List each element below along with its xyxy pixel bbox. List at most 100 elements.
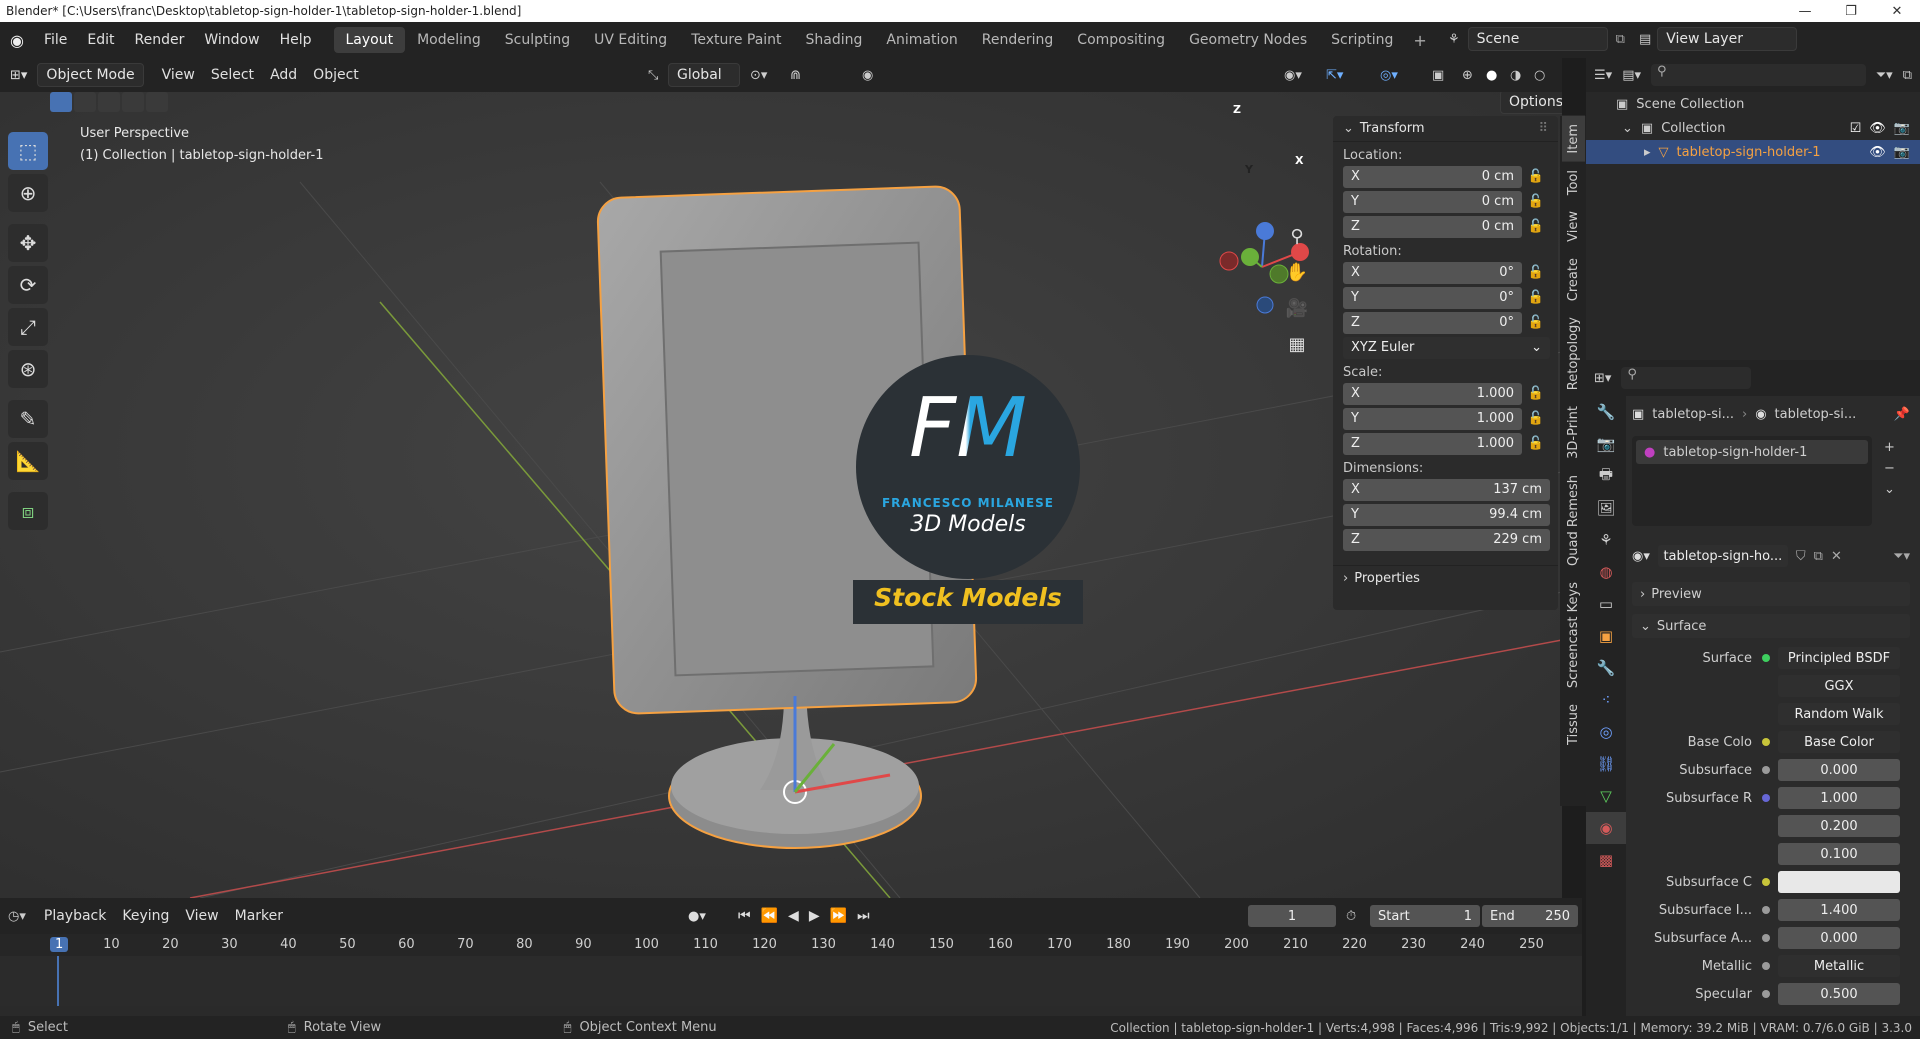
tab-texture-paint[interactable]: Texture Paint (679, 27, 793, 53)
socket-icon[interactable] (1762, 794, 1770, 802)
property-field[interactable]: 0.000 (1778, 759, 1900, 781)
select-invert-icon[interactable] (122, 92, 144, 112)
jump-end-icon[interactable]: ⏭ (857, 908, 870, 924)
frame-ruler[interactable]: 1 10 20 30 40 50 60 70 80 90 100 110 120 130 140 150 160… (0, 934, 1582, 956)
property-field[interactable]: Metallic (1778, 955, 1900, 977)
slot-menu-icon[interactable]: ⌄ (1884, 482, 1895, 497)
current-frame-field[interactable]: 1 (1248, 905, 1336, 927)
unlink-material-icon[interactable]: ✕ (1831, 549, 1842, 564)
scene-icon[interactable]: ⚘ (1448, 32, 1468, 47)
minimize-button[interactable]: — (1782, 0, 1828, 22)
output-icon[interactable]: 🖶 (1586, 460, 1626, 492)
view-layer-icon[interactable]: ▤ (1633, 32, 1657, 47)
expand-icon[interactable]: › (1343, 571, 1348, 586)
property-field[interactable]: 0.100 (1778, 843, 1900, 865)
socket-icon[interactable] (1762, 738, 1770, 746)
property-field[interactable]: 0.500 (1778, 983, 1900, 1005)
lock-icon[interactable]: 🔓 (1522, 411, 1550, 426)
lock-icon[interactable]: 🔓 (1522, 436, 1550, 451)
properties-editor-icon[interactable]: ⊞▾ (1594, 371, 1611, 386)
editor-type-icon[interactable]: ⊞▾ (0, 68, 37, 83)
end-frame-field[interactable]: End 250 (1482, 905, 1578, 927)
property-field[interactable] (1778, 871, 1900, 893)
xray-icon[interactable]: ▣ (1432, 68, 1444, 83)
constraints-icon[interactable]: ⛓ (1586, 748, 1626, 780)
object-icon[interactable]: ▣ (1586, 620, 1626, 652)
dimension-x-field[interactable]: X 137 cm (1343, 478, 1550, 501)
node-filter-icon[interactable]: ⏷▾ (1893, 549, 1910, 564)
material-shading-icon[interactable]: ◑ (1510, 68, 1521, 83)
menu-edit[interactable]: Edit (77, 32, 124, 48)
socket-icon[interactable] (1762, 990, 1770, 998)
tab-view[interactable]: View (1562, 203, 1585, 250)
rotation-mode-dropdown[interactable]: XYZ Euler ⌄ (1343, 336, 1550, 359)
render-icon[interactable]: 📷 (1586, 428, 1626, 460)
property-field[interactable]: 1.000 (1778, 787, 1900, 809)
stopwatch-icon[interactable]: ⏱ (1346, 909, 1356, 924)
rotation-z-field[interactable]: Z 0° (1343, 311, 1522, 334)
location-x-field[interactable]: X0 cm (1343, 165, 1522, 188)
outliner-row-object[interactable]: ▸ ▽ tabletop-sign-holder-1 👁 📷 (1586, 140, 1920, 164)
checkbox-icon[interactable]: ☑ (1850, 121, 1862, 136)
move-icon[interactable]: ✥ (8, 224, 48, 262)
outliner-editor-icon[interactable]: ☰▾ (1594, 68, 1612, 83)
camera-view-icon[interactable]: 🎥 (1282, 298, 1312, 334)
play-icon[interactable]: ▶ (809, 908, 820, 924)
property-field[interactable]: 0.200 (1778, 815, 1900, 837)
camera-icon[interactable]: 📷 (1894, 145, 1910, 160)
maximize-button[interactable]: ❐ (1828, 0, 1874, 22)
view-layer-selector[interactable]: View Layer (1657, 27, 1798, 51)
lock-icon[interactable]: 🔓 (1522, 219, 1550, 234)
menu-add[interactable]: Add (262, 67, 305, 83)
expand-arrow-icon[interactable]: ⌄ (1622, 121, 1633, 136)
scene-icon[interactable]: ⚘ (1586, 524, 1626, 556)
tab-sculpting[interactable]: Sculpting (493, 27, 582, 53)
socket-icon[interactable] (1762, 934, 1770, 942)
rendered-shading-icon[interactable]: ○ (1534, 68, 1545, 83)
texture-icon[interactable]: ▩ (1586, 844, 1626, 876)
rotate-icon[interactable]: ⟳ (8, 266, 48, 304)
transform-panel-title[interactable]: Transform (1360, 121, 1425, 136)
tab-tool[interactable]: Tool (1562, 162, 1585, 203)
menu-marker[interactable]: Marker (227, 908, 291, 924)
tab-rendering[interactable]: Rendering (970, 27, 1066, 53)
scale-x-field[interactable]: X 1.000 (1343, 382, 1522, 405)
cursor-icon[interactable]: ⊕ (8, 174, 48, 212)
lock-icon[interactable]: 🔓 (1522, 169, 1550, 184)
annotate-icon[interactable]: ✎ (8, 400, 48, 438)
solid-shading-icon[interactable]: ● (1486, 68, 1497, 83)
menu-file[interactable]: File (34, 32, 77, 48)
fake-user-icon[interactable]: ⛉ (1796, 549, 1806, 564)
modifier-icon[interactable]: 🔧 (1586, 652, 1626, 684)
material-tab-icon[interactable]: ◉ (1586, 812, 1626, 844)
material-name-field[interactable]: tabletop-sign-ho... (1657, 545, 1788, 567)
menu-timeline-view[interactable]: View (177, 908, 226, 924)
dimension-z-field[interactable]: Z 229 cm (1343, 528, 1550, 551)
search-field[interactable]: ⚲ (1651, 64, 1866, 86)
tab-compositing[interactable]: Compositing (1065, 27, 1177, 53)
menu-playback[interactable]: Playback (36, 908, 114, 924)
snap-icon[interactable]: ⋒ (790, 68, 801, 83)
tab-create[interactable]: Create (1562, 250, 1585, 309)
eye-icon[interactable]: 👁 (1869, 121, 1886, 136)
socket-icon[interactable] (1762, 878, 1770, 886)
next-keyframe-icon[interactable]: ⏩ (830, 908, 847, 924)
visibility-icon[interactable]: ◉▾ (1284, 68, 1302, 83)
physics-icon[interactable]: ◎ (1586, 716, 1626, 748)
playhead[interactable] (57, 956, 59, 1006)
mode-dropdown[interactable]: Object Mode (37, 63, 144, 87)
tab-scripting[interactable]: Scripting (1319, 27, 1405, 53)
socket-icon[interactable] (1762, 906, 1770, 914)
rotation-y-field[interactable]: Y 0° (1343, 286, 1522, 309)
tab-tissue[interactable]: Tissue (1562, 696, 1585, 753)
select-new-icon[interactable] (50, 92, 72, 112)
dimension-y-field[interactable]: Y 99.4 cm (1343, 503, 1550, 526)
remove-slot-icon[interactable]: − (1884, 461, 1895, 476)
3d-viewport[interactable]: User Perspective (1) Collection | tablet… (0, 92, 1562, 898)
transform-orientation-dropdown[interactable]: Global (668, 63, 740, 87)
property-field[interactable]: 0.000 (1778, 927, 1900, 949)
surface-panel-header[interactable]: ⌄ Surface (1632, 614, 1910, 638)
tab-screencast-keys[interactable]: Screencast Keys (1562, 574, 1585, 696)
new-collection-icon[interactable]: ⧉ (1903, 68, 1912, 83)
duplicate-material-icon[interactable]: ⧉ (1814, 549, 1823, 564)
